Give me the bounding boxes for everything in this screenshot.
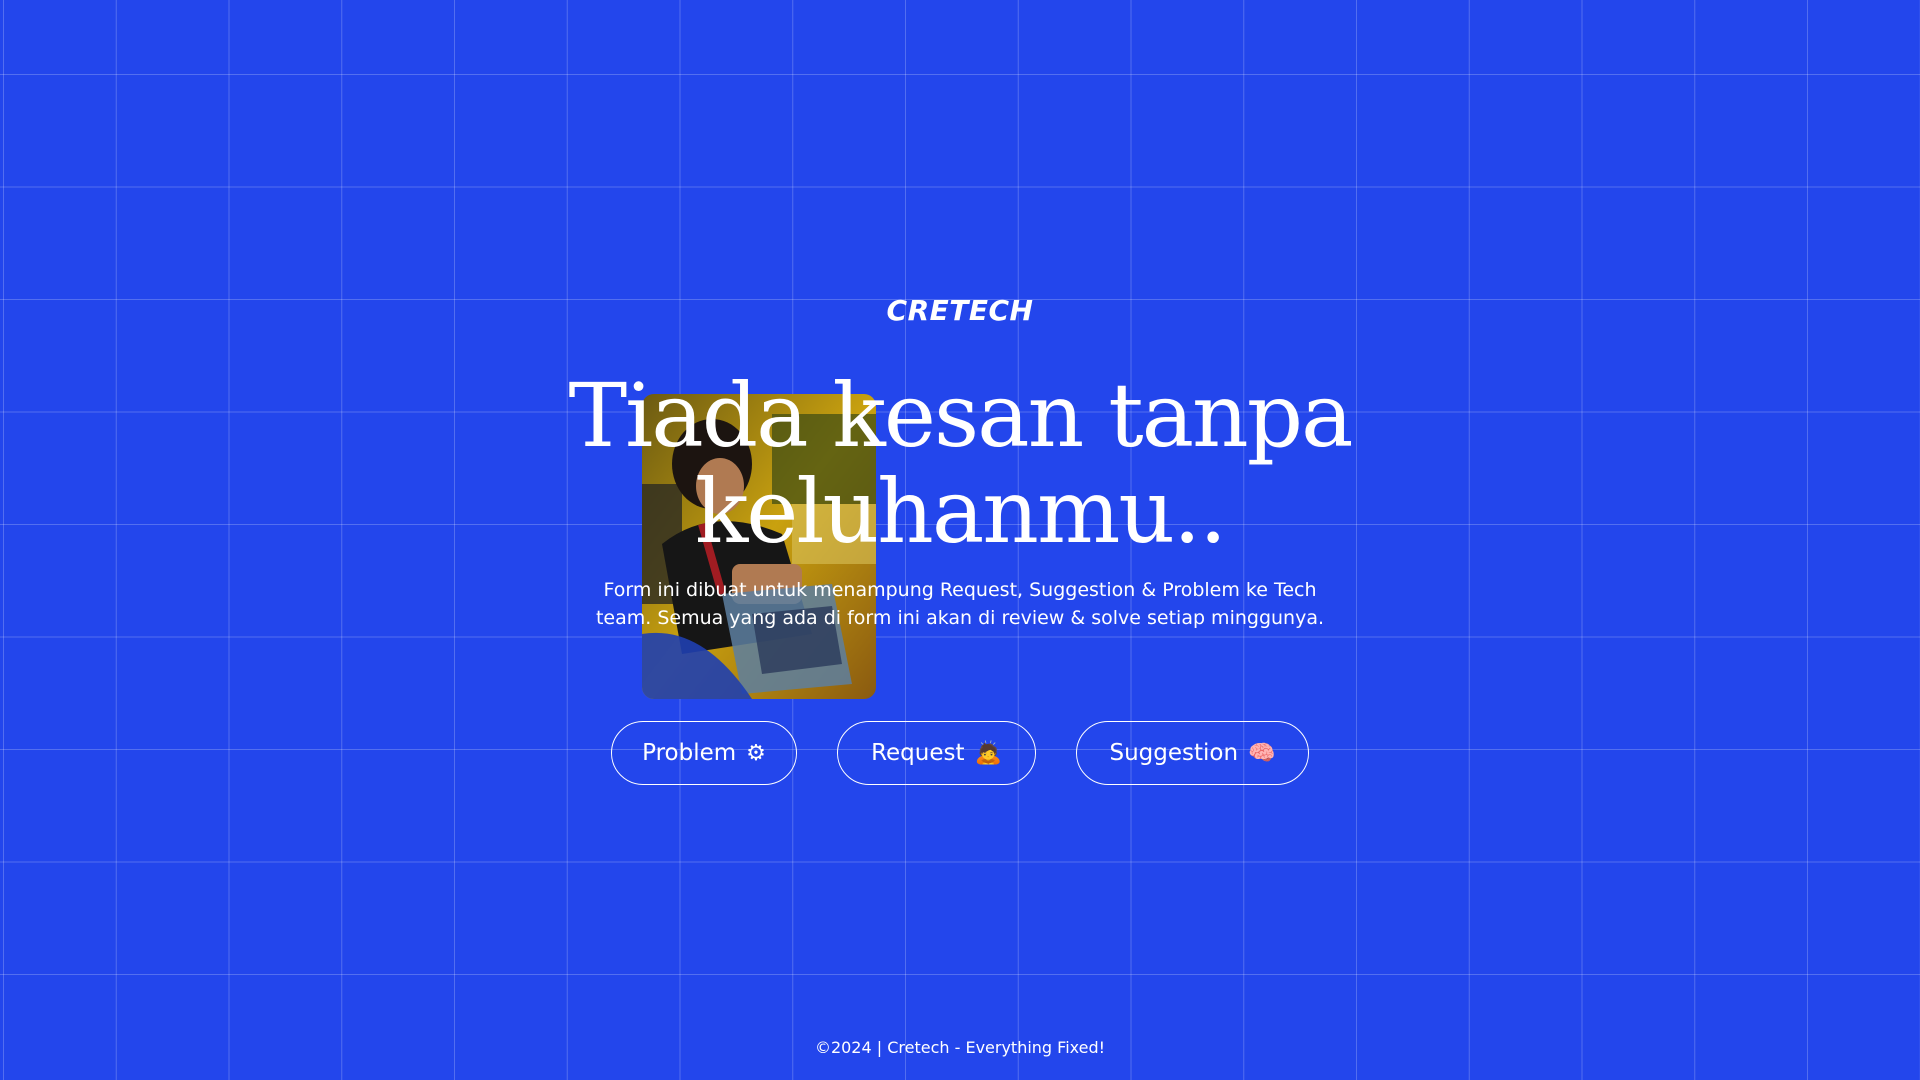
hero-headline: Tiada kesan tanpa keluhanmu.. <box>560 368 1360 560</box>
hero-headline-line1: Tiada kesan tanpa <box>568 364 1353 467</box>
request-button-label: Request <box>871 740 965 766</box>
footer-copyright: ©2024 | Cretech - Everything Fixed! <box>814 1038 1106 1057</box>
suggestion-button[interactable]: Suggestion 🧠 <box>1076 721 1309 785</box>
hero-description: Form ini dibuat untuk menampung Request,… <box>590 576 1330 632</box>
problem-button-label: Problem <box>642 740 737 766</box>
problem-button[interactable]: Problem ⚙ <box>611 721 797 785</box>
action-buttons: Problem ⚙ Request 🙇 Suggestion 🧠 <box>0 721 1920 787</box>
brain-icon: 🧠 <box>1248 740 1276 766</box>
bowing-person-icon: 🙇 <box>974 740 1002 766</box>
hero-description-line1: Form ini dibuat untuk menampung Request,… <box>603 579 1317 601</box>
gear-icon: ⚙ <box>746 740 766 766</box>
hero-headline-line2: keluhanmu.. <box>694 460 1227 563</box>
suggestion-button-label: Suggestion <box>1109 740 1239 766</box>
brand-logo-text: CRETECH <box>886 294 1034 327</box>
request-button[interactable]: Request 🙇 <box>837 721 1036 785</box>
hero-description-line2: team. Semua yang ada di form ini akan di… <box>595 607 1325 629</box>
